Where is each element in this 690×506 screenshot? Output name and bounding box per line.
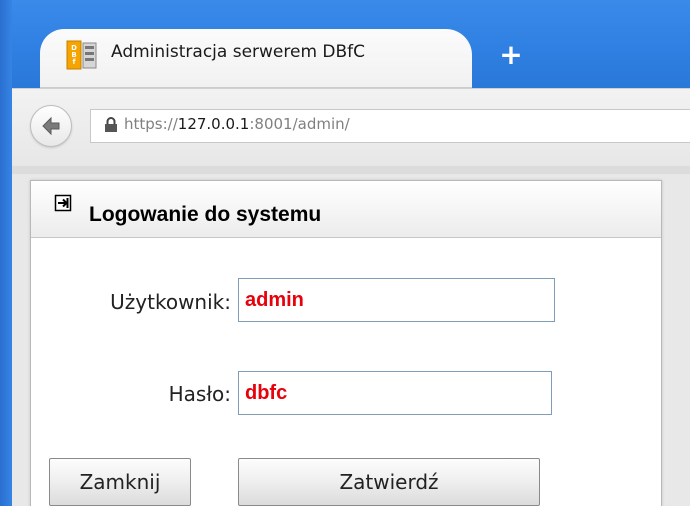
tab-title: Administracja serwerem DBfC [111,42,366,62]
username-label: Użytkownik: [110,290,231,314]
back-button[interactable] [30,105,72,147]
username-input[interactable]: admin [238,278,555,322]
toolbar-divider [12,166,690,174]
submit-button[interactable]: Zatwierdź [238,458,540,506]
password-input[interactable]: dbfc [238,371,552,415]
lock-icon [105,117,117,132]
new-tab-button[interactable]: + [497,41,525,70]
dialog-title: Logowanie do systemu [89,203,322,226]
dialog-header: Logowanie do systemu [31,181,661,238]
login-dialog: Logowanie do systemu Użytkownik: admin H… [30,180,662,506]
window-frame-left [0,0,12,506]
url-path: :8001/admin/ [249,115,350,133]
url-host: 127.0.0.1 [177,115,250,133]
dbfc-favicon-icon: D B f [66,40,97,70]
url-scheme: https:// [124,115,178,133]
password-label: Hasło: [168,382,231,406]
login-icon [54,194,72,212]
back-arrow-icon [42,116,60,136]
close-button[interactable]: Zamknij [49,458,191,506]
address-bar-url: https://127.0.0.1:8001/admin/ [124,115,350,133]
